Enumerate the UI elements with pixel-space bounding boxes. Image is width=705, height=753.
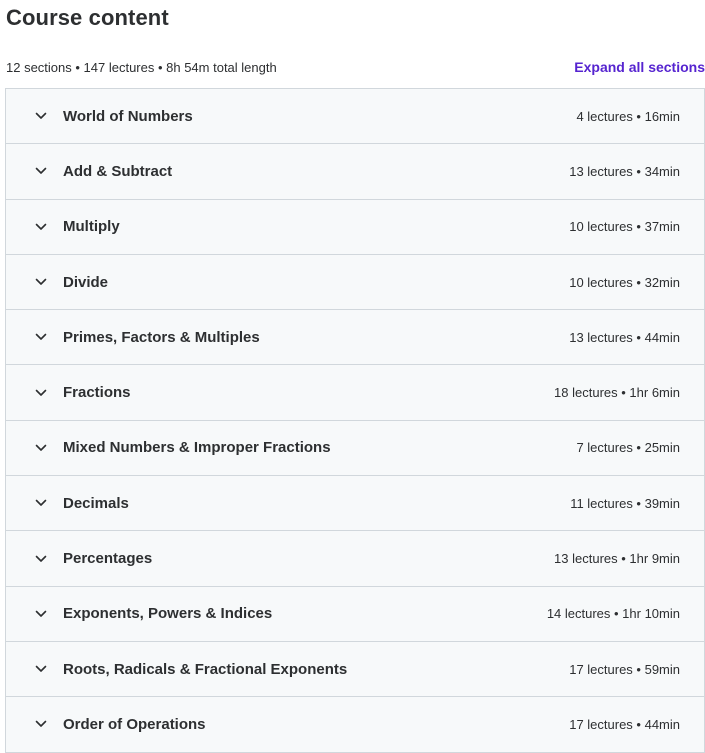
section-lecture-info: 17 lectures • 59min bbox=[569, 661, 680, 677]
section-header-6[interactable]: Fractions 18 lectures • 1hr 6min bbox=[6, 365, 704, 421]
section-header-9[interactable]: Percentages 13 lectures • 1hr 9min bbox=[6, 531, 704, 587]
section-title: Exponents, Powers & Indices bbox=[63, 605, 273, 623]
section-header-12[interactable]: Order of Operations 17 lectures • 44min bbox=[6, 697, 704, 753]
section-header-8[interactable]: Decimals 11 lectures • 39min bbox=[6, 476, 704, 532]
section-lecture-info: 13 lectures • 34min bbox=[569, 163, 680, 179]
section-header-5[interactable]: Primes, Factors & Multiples 13 lectures … bbox=[6, 310, 704, 366]
chevron-down-icon bbox=[34, 552, 48, 566]
section-lecture-info: 10 lectures • 37min bbox=[569, 219, 680, 235]
section-lecture-info: 7 lectures • 25min bbox=[576, 440, 680, 456]
section-lecture-info: 10 lectures • 32min bbox=[569, 274, 680, 290]
section-title: Primes, Factors & Multiples bbox=[63, 328, 260, 346]
section-lecture-info: 4 lectures • 16min bbox=[576, 108, 680, 124]
chevron-down-icon bbox=[34, 164, 48, 178]
section-lecture-info: 17 lectures • 44min bbox=[569, 716, 680, 732]
section-title: Add & Subtract bbox=[63, 162, 173, 180]
chevron-down-icon bbox=[34, 220, 48, 234]
chevron-down-icon bbox=[34, 717, 48, 731]
section-title: Decimals bbox=[63, 494, 129, 512]
section-header-3[interactable]: Multiply 10 lectures • 37min bbox=[6, 199, 704, 255]
section-header-11[interactable]: Roots, Radicals & Fractional Exponents 1… bbox=[6, 641, 704, 698]
section-header-7[interactable]: Mixed Numbers & Improper Fractions 7 lec… bbox=[6, 420, 704, 477]
chevron-down-icon bbox=[34, 662, 48, 676]
chevron-down-icon bbox=[34, 330, 48, 344]
section-header-4[interactable]: Divide 10 lectures • 32min bbox=[6, 254, 704, 311]
chevron-down-icon bbox=[34, 109, 48, 123]
page-title: Course content bbox=[6, 5, 169, 30]
chevron-down-icon bbox=[34, 607, 48, 621]
chevron-down-icon bbox=[34, 441, 48, 455]
section-title: Roots, Radicals & Fractional Exponents bbox=[63, 660, 348, 678]
chevron-down-icon bbox=[34, 275, 48, 289]
section-list: World of Numbers 4 lectures • 16min Add … bbox=[5, 88, 705, 753]
section-title: Mixed Numbers & Improper Fractions bbox=[63, 439, 331, 457]
course-summary-row: 12 sections • 147 lectures • 8h 54m tota… bbox=[6, 57, 705, 77]
section-header-1[interactable]: World of Numbers 4 lectures • 16min bbox=[6, 89, 704, 145]
section-title: Percentages bbox=[63, 550, 153, 568]
section-lecture-info: 18 lectures • 1hr 6min bbox=[554, 385, 680, 401]
section-title: World of Numbers bbox=[63, 107, 193, 125]
section-title: Divide bbox=[63, 273, 109, 291]
section-title: Order of Operations bbox=[63, 715, 206, 733]
section-header-2[interactable]: Add & Subtract 13 lectures • 34min bbox=[6, 144, 704, 200]
course-content-panel: Course content 12 sections • 147 lecture… bbox=[0, 0, 705, 753]
chevron-down-icon bbox=[34, 386, 48, 400]
chevron-down-icon bbox=[34, 496, 48, 510]
section-title: Fractions bbox=[63, 384, 131, 402]
section-lecture-info: 11 lectures • 39min bbox=[570, 495, 680, 511]
expand-all-sections-button[interactable]: Expand all sections bbox=[574, 59, 705, 75]
section-lecture-info: 13 lectures • 44min bbox=[569, 329, 680, 345]
course-summary: 12 sections • 147 lectures • 8h 54m tota… bbox=[6, 59, 277, 75]
section-lecture-info: 13 lectures • 1hr 9min bbox=[554, 551, 680, 567]
section-lecture-info: 14 lectures • 1hr 10min bbox=[546, 606, 680, 622]
section-title: Multiply bbox=[63, 218, 120, 236]
section-header-10[interactable]: Exponents, Powers & Indices 14 lectures … bbox=[6, 586, 704, 642]
